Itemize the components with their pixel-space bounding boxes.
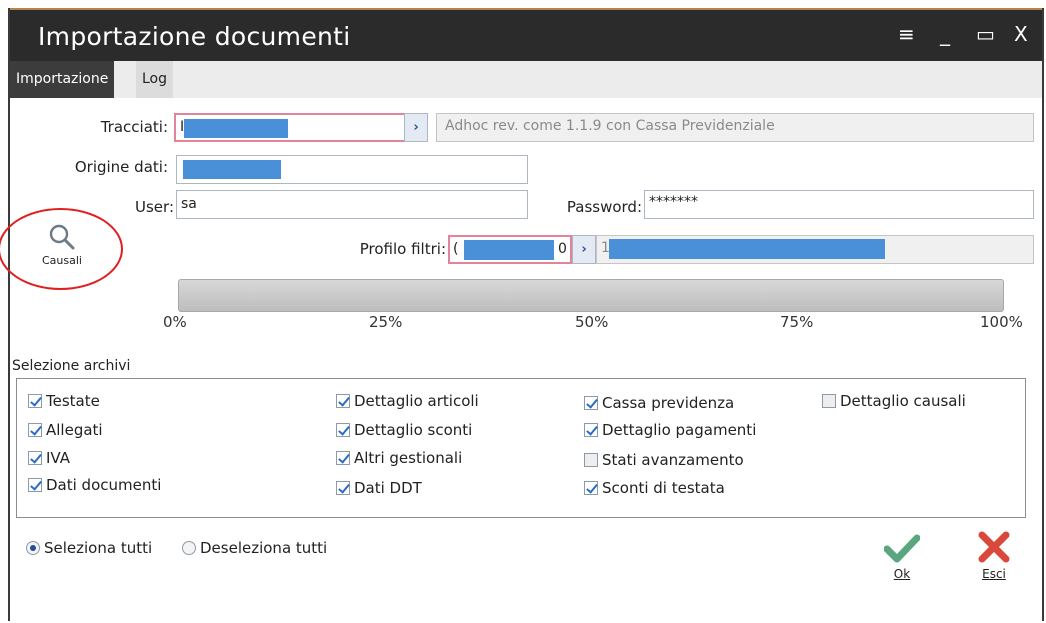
checkbox-icon (584, 453, 598, 467)
tracciati-label: Tracciati: (100, 118, 168, 136)
tab-importazione[interactable]: Importazione (10, 61, 115, 98)
checkbox-dettaglio-causali[interactable]: Dettaglio causali (822, 391, 966, 411)
tab-bar: Importazione Log (10, 61, 1042, 98)
user-input[interactable]: sa (176, 190, 528, 219)
profilo-description: 1 (596, 235, 1034, 264)
esci-label: Esci (982, 567, 1006, 581)
checkbox-label: IVA (46, 449, 70, 467)
checkbox-label: Altri gestionali (354, 449, 463, 467)
checkbox-label: Allegati (46, 421, 103, 439)
profilo-input[interactable]: ( 0 (448, 235, 572, 264)
checkbox-cassa-previdenza[interactable]: Cassa previdenza (584, 393, 734, 413)
checkbox-icon (28, 394, 42, 408)
checkbox-label: Dettaglio articoli (354, 392, 479, 410)
progress-tick-0: 0% (163, 313, 187, 331)
close-x-icon (978, 531, 1010, 563)
maximize-icon[interactable]: ▭ (976, 22, 995, 46)
redacted-block (464, 240, 554, 260)
checkmark-icon (883, 534, 921, 563)
checkbox-icon (822, 394, 836, 408)
ok-button[interactable]: Ok (882, 534, 922, 581)
progress-tick-50: 50% (575, 313, 609, 331)
checkbox-icon (336, 423, 350, 437)
checkbox-dati-ddt[interactable]: Dati DDT (336, 478, 422, 498)
radio-label: Seleziona tutti (44, 539, 153, 557)
checkbox-label: Sconti di testata (602, 479, 725, 497)
tracciati-zoom-button[interactable]: › (404, 113, 428, 142)
checkbox-icon (336, 481, 350, 495)
radio-icon (182, 541, 196, 555)
progress-bar (178, 279, 1004, 312)
checkbox-label: Testate (46, 392, 100, 410)
radio-seleziona-tutti[interactable]: Seleziona tutti (26, 538, 152, 558)
checkbox-label: Stati avanzamento (602, 451, 744, 469)
checkbox-label: Cassa previdenza (602, 394, 735, 412)
close-icon[interactable]: X (1014, 22, 1028, 46)
progress-tick-75: 75% (780, 313, 814, 331)
profilo-prefix: ( (453, 241, 459, 257)
checkbox-allegati[interactable]: Allegati (28, 420, 103, 440)
checkbox-icon (28, 478, 42, 492)
tab-log[interactable]: Log (136, 61, 174, 98)
checkbox-dati-documenti[interactable]: Dati documenti (28, 475, 161, 495)
esci-button[interactable]: Esci (974, 530, 1014, 581)
checkbox-stati-avanzamento[interactable]: Stati avanzamento (584, 450, 744, 470)
profilo-label: Profilo filtri: (359, 240, 446, 258)
checkbox-label: Dettaglio sconti (354, 421, 473, 439)
checkbox-dettaglio-sconti[interactable]: Dettaglio sconti (336, 420, 472, 440)
origine-label: Origine dati: (74, 158, 168, 176)
window-title: Importazione documenti (38, 22, 351, 51)
checkbox-sconti-di-testata[interactable]: Sconti di testata (584, 478, 725, 498)
password-label: Password: (566, 198, 642, 216)
password-input[interactable]: ******* (644, 190, 1034, 219)
redacted-block (183, 160, 281, 179)
checkbox-label: Dati documenti (46, 476, 162, 494)
origine-input[interactable] (176, 155, 528, 184)
checkbox-icon (336, 394, 350, 408)
menu-icon[interactable]: ≡ (898, 22, 915, 46)
checkbox-iva[interactable]: IVA (28, 448, 70, 468)
radio-deseleziona-tutti[interactable]: Deseleziona tutti (182, 538, 327, 558)
checkbox-icon (584, 423, 598, 437)
minimize-icon[interactable]: _ (940, 22, 950, 46)
ok-label: Ok (893, 567, 911, 581)
checkbox-altri-gestionali[interactable]: Altri gestionali (336, 448, 462, 468)
redacted-block (184, 119, 288, 138)
archivi-group-title: Selezione archivi (12, 358, 131, 374)
progress-tick-100: 100% (980, 313, 1023, 331)
checkbox-icon (28, 423, 42, 437)
tracciati-description: Adhoc rev. come 1.1.9 con Cassa Previden… (436, 113, 1034, 142)
checkbox-dettaglio-pagamenti[interactable]: Dettaglio pagamenti (584, 420, 756, 440)
radio-icon (26, 541, 40, 555)
checkbox-icon (336, 451, 350, 465)
checkbox-icon (28, 451, 42, 465)
tracciati-input[interactable]: Ⅰ (174, 113, 406, 142)
checkbox-label: Dati DDT (354, 479, 422, 497)
checkbox-label: Dettaglio pagamenti (602, 421, 757, 439)
checkbox-icon (584, 396, 598, 410)
title-bar: Importazione documenti ≡ _ ▭ X (10, 8, 1042, 61)
radio-label: Deseleziona tutti (200, 539, 328, 557)
checkbox-icon (584, 481, 598, 495)
profilo-zoom-button[interactable]: › (572, 235, 596, 264)
annotation-circle (0, 208, 123, 290)
checkbox-testate[interactable]: Testate (28, 391, 100, 411)
checkbox-dettaglio-articoli[interactable]: Dettaglio articoli (336, 391, 479, 411)
redacted-block (609, 239, 885, 259)
profilo-suffix: 0 (558, 241, 567, 257)
window: Importazione documenti ≡ _ ▭ X Importazi… (0, 8, 1044, 621)
progress-tick-25: 25% (369, 313, 403, 331)
checkbox-label: Dettaglio causali (840, 392, 966, 410)
